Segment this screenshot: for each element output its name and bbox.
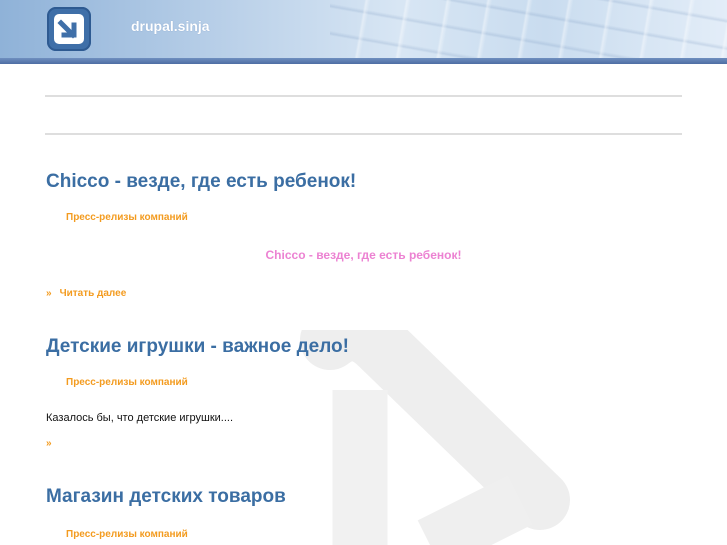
- header-strip: [0, 58, 727, 64]
- raquo-icon: »: [46, 438, 52, 449]
- node-title-link[interactable]: Магазин детских товаров: [46, 486, 286, 508]
- taxonomy-term-link[interactable]: Пресс-релизы компаний: [66, 377, 188, 388]
- raquo-icon: »: [46, 288, 52, 299]
- read-more-label: Читать далее: [59, 288, 127, 299]
- watermark-arrow-icon: [300, 330, 570, 545]
- site-logo[interactable]: [47, 7, 91, 51]
- node-teaser-text: Казалось бы, что детские игрушки....: [46, 412, 234, 424]
- divider: [45, 95, 682, 97]
- node-title-link[interactable]: Детские игрушки - важное дело!: [46, 336, 349, 358]
- read-more-link[interactable]: »: [46, 438, 60, 449]
- node-teaser-text: Chicco - везде, где есть ребенок!: [265, 248, 462, 262]
- taxonomy-term-link[interactable]: Пресс-релизы компаний: [66, 529, 188, 540]
- arrow-down-right-icon: [54, 14, 84, 44]
- read-more-link[interactable]: » Читать далее: [46, 288, 126, 299]
- divider: [45, 133, 682, 135]
- site-name[interactable]: drupal.sinja: [131, 18, 210, 34]
- site-header: drupal.sinja: [0, 0, 727, 58]
- header-keyboard-background: [330, 0, 727, 58]
- taxonomy-term-link[interactable]: Пресс-релизы компаний: [66, 212, 188, 223]
- node-title-link[interactable]: Chicco - везде, где есть ребенок!: [46, 171, 356, 193]
